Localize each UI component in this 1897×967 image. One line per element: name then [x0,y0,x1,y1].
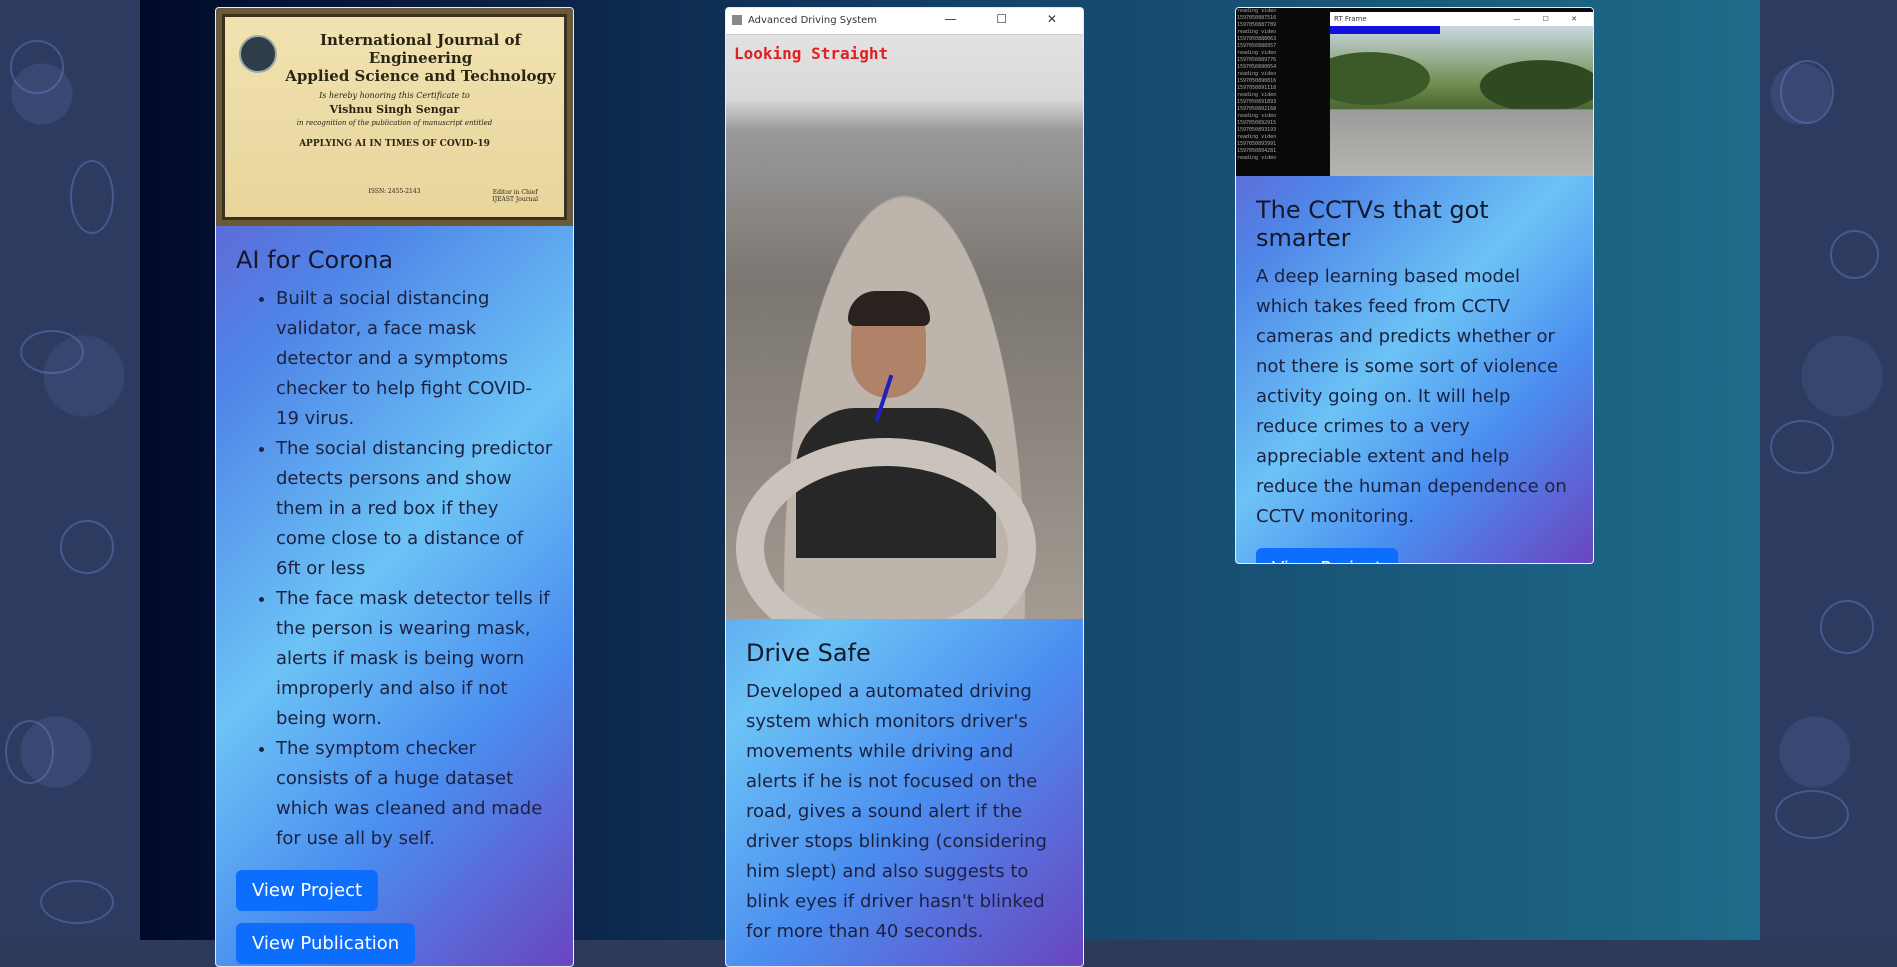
console-line: 1597050892168 [1237,106,1277,112]
project-card-drive-safe: Advanced Driving System — ☐ ✕ Looking St… [725,7,1084,967]
console-line: reading video [1237,8,1277,14]
status-overlay: Looking Straight [734,44,889,63]
feature-list: Built a social distancing validator, a f… [236,284,553,854]
prediction-bar [1330,26,1440,34]
window-controls: — ☐ ✕ [944,12,1075,26]
project-card-ai-for-corona: International Journal of Engineering App… [215,7,574,967]
card-body: The CCTVs that got smarter A deep learni… [1236,176,1593,563]
certificate-recognition: in recognition of the publication of man… [296,119,493,127]
view-project-button[interactable]: View Project [236,870,379,911]
list-item: The social distancing predictor detects … [276,434,553,584]
card-title: The CCTVs that got smarter [1256,196,1489,252]
console-line: 1597050893193 [1237,127,1277,133]
card-description: Developed a automated driving system whi… [746,681,1047,942]
view-publication-button[interactable]: View Publication [236,923,416,964]
window-title: Advanced Driving System [748,15,878,26]
window-title: RT Frame [1334,15,1367,23]
console-line: 1597050891118 [1237,85,1277,91]
card-description: A deep learning based model which takes … [1256,266,1567,527]
console-line: 1597050894281 [1237,148,1277,154]
certificate-paper-title: APPLYING AI IN TIMES OF COVID-19 [299,139,490,149]
console-line: 1597050891893 [1237,99,1277,105]
card-body: Drive Safe Developed a automated driving… [726,619,1083,966]
right-decorative-panel [1760,0,1897,940]
project-card-cctv: reading video 1597050887516 1597050887789 r… [1235,7,1594,564]
console-line: 1597050893991 [1237,141,1277,147]
console-line: 1597050887516 [1237,15,1277,21]
view-project-button[interactable]: View Project [1256,548,1399,563]
certificate: International Journal of Engineering App… [222,14,567,220]
cctv-screenshot: reading video 1597050887516 1597050887789 r… [1236,8,1593,176]
card-title: Drive Safe [746,639,871,667]
console-line: 1597050892915 [1237,120,1277,126]
driver-hair [848,291,930,326]
list-item: Built a social distancing validator, a f… [276,284,553,434]
window-titlebar: Advanced Driving System — ☐ ✕ [726,8,1083,35]
console-line: reading video [1237,50,1277,56]
app-icon [732,15,742,25]
console-line: 1597050889776 [1237,57,1277,63]
console-line: reading video [1237,29,1277,35]
console-line: 1597050890816 [1237,78,1277,84]
card-body: AI for Corona Built a social distancing … [216,226,573,966]
certificate-image: International Journal of Engineering App… [216,8,573,226]
card-title: AI for Corona [236,246,394,274]
certificate-hereby: Is hereby honoring this Certificate to [319,91,470,100]
certificate-journal: International Journal of Engineering App… [285,31,556,85]
list-item: The face mask detector tells if the pers… [276,584,553,734]
console-line: reading video [1237,155,1277,161]
console-line: reading video [1237,92,1277,98]
driving-system-screenshot: Advanced Driving System — ☐ ✕ Looking St… [726,8,1083,619]
park-scene [1330,26,1593,176]
certificate-editor: Editor in Chief IJEAST Journal [492,189,538,203]
console-output: reading video 1597050887516 1597050887789 r… [1236,8,1331,176]
console-line: reading video [1237,113,1277,119]
journal-seal-icon [239,35,277,73]
console-line: 1597050890054 [1237,64,1277,70]
left-decorative-panel [0,0,140,940]
console-line: 1597050887789 [1237,22,1277,28]
console-line: reading video [1237,71,1277,77]
console-line: reading video [1237,134,1277,140]
certificate-name: Vishnu Singh Sengar [329,103,460,116]
window-controls: — ☐ ✕ [1513,15,1587,23]
console-line: 1597050888063 [1237,36,1277,42]
rt-frame-window: RT Frame — ☐ ✕ [1330,12,1593,176]
list-item: The symptom checker consists of a huge d… [276,734,553,854]
console-line: 1597050888957 [1237,43,1277,49]
window-titlebar: RT Frame — ☐ ✕ [1330,12,1593,26]
